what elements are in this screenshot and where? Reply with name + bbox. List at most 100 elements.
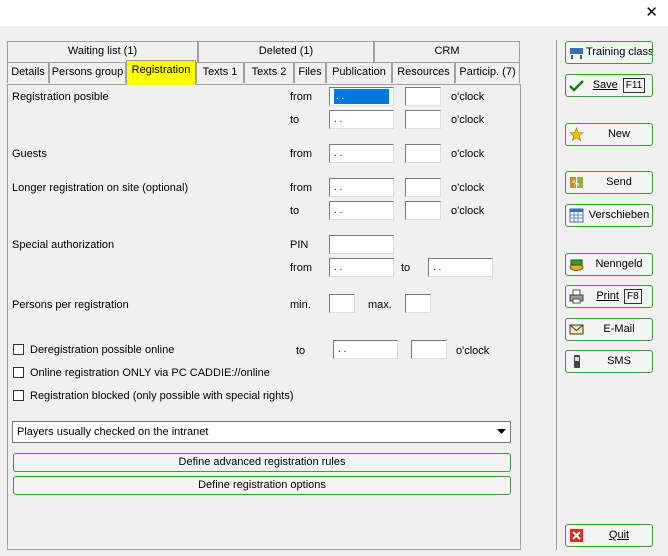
registration-from-time[interactable] bbox=[405, 87, 441, 106]
tab-label: Texts 2 bbox=[251, 66, 287, 78]
save-checkmark-icon bbox=[569, 78, 584, 93]
printer-icon bbox=[569, 289, 584, 304]
guests-from-date[interactable]: . . bbox=[329, 144, 394, 163]
tab-label: Registration bbox=[131, 64, 191, 76]
longer-from-date[interactable]: . . bbox=[329, 178, 394, 197]
tab-label: Texts 1 bbox=[202, 66, 238, 78]
tab-persons-group[interactable]: Persons group bbox=[49, 62, 126, 83]
new-button[interactable]: New bbox=[565, 123, 653, 146]
to-label: to bbox=[296, 345, 306, 357]
button-label: Define advanced registration rules bbox=[178, 456, 346, 468]
longer-to-time[interactable] bbox=[405, 201, 441, 220]
longer-to-date[interactable]: . . bbox=[329, 201, 394, 220]
registration-to-date[interactable]: . . bbox=[329, 110, 394, 129]
to-label: to bbox=[401, 262, 411, 274]
quit-icon bbox=[569, 528, 584, 543]
training-class-icon bbox=[569, 45, 584, 60]
title-bar bbox=[0, 0, 668, 26]
field-value: . . bbox=[334, 262, 343, 273]
special-from-date[interactable]: . . bbox=[329, 258, 394, 277]
oclock-label: o'clock bbox=[456, 345, 490, 357]
button-label: SMS bbox=[607, 355, 631, 367]
field-value: . . bbox=[338, 344, 347, 355]
send-button[interactable]: % Send bbox=[565, 171, 653, 194]
persons-per-registration-label: Persons per registration bbox=[12, 299, 129, 311]
define-advanced-rules-button[interactable]: Define advanced registration rules bbox=[13, 453, 511, 472]
tab-deleted[interactable]: Deleted (1) bbox=[198, 41, 374, 62]
tab-label: Details bbox=[11, 66, 45, 78]
from-label: from bbox=[290, 182, 312, 194]
special-to-date[interactable]: . . bbox=[428, 258, 493, 277]
sms-button[interactable]: SMS bbox=[565, 350, 653, 373]
guests-from-time[interactable] bbox=[405, 144, 441, 163]
tab-resources[interactable]: Resources bbox=[392, 62, 455, 83]
registration-blocked-checkbox[interactable] bbox=[13, 390, 24, 401]
send-icon: % bbox=[569, 175, 584, 190]
pin-label: PIN bbox=[290, 239, 309, 251]
deregistration-to-time[interactable] bbox=[411, 340, 447, 359]
tab-details[interactable]: Details bbox=[7, 62, 49, 83]
tab-label: CRM bbox=[434, 45, 460, 57]
close-icon[interactable]: ✕ bbox=[645, 3, 658, 21]
tab-texts-2[interactable]: Texts 2 bbox=[244, 62, 294, 83]
oclock-label: o'clock bbox=[451, 91, 485, 103]
field-value: . . bbox=[334, 205, 343, 216]
registration-from-date[interactable]: . . bbox=[329, 87, 394, 106]
quit-button[interactable]: Quit bbox=[565, 524, 653, 547]
print-button[interactable]: Print F8 bbox=[565, 285, 653, 308]
button-label: Training class bbox=[586, 46, 653, 58]
oclock-label: o'clock bbox=[451, 205, 485, 217]
special-authorization-label: Special authorization bbox=[12, 239, 115, 251]
tab-label: Resources bbox=[397, 66, 450, 78]
save-button[interactable]: Save F11 bbox=[565, 74, 653, 97]
button-label: Define registration options bbox=[198, 479, 326, 491]
dropdown-arrow-icon[interactable] bbox=[493, 423, 509, 441]
button-label: Send bbox=[606, 176, 632, 188]
calendar-icon bbox=[569, 208, 584, 223]
button-label: Save F11 bbox=[588, 75, 650, 96]
online-only-label: Online registration ONLY via PC CADDIE:/… bbox=[30, 367, 270, 379]
longer-from-time[interactable] bbox=[405, 178, 441, 197]
online-only-checkbox[interactable] bbox=[13, 367, 24, 378]
oclock-label: o'clock bbox=[451, 148, 485, 160]
registration-to-time[interactable] bbox=[405, 110, 441, 129]
oclock-label: o'clock bbox=[451, 182, 485, 194]
tab-texts-1[interactable]: Texts 1 bbox=[196, 62, 244, 83]
max-label: max. bbox=[368, 299, 392, 311]
to-label: to bbox=[290, 205, 300, 217]
nenngeld-button[interactable]: Nenngeld bbox=[565, 253, 653, 276]
define-registration-options-button[interactable]: Define registration options bbox=[13, 476, 511, 495]
svg-text:%: % bbox=[572, 179, 580, 188]
mail-icon bbox=[569, 322, 584, 337]
tab-registration[interactable]: Registration bbox=[126, 60, 196, 85]
field-value: . . bbox=[334, 182, 343, 193]
registration-possible-label: Registration posible bbox=[12, 91, 109, 103]
tab-participants[interactable]: Particip. (7) bbox=[455, 62, 520, 83]
print-shortcut: F8 bbox=[623, 289, 642, 304]
new-star-icon bbox=[569, 127, 584, 142]
from-label: from bbox=[290, 148, 312, 160]
button-label: Nenngeld bbox=[595, 258, 643, 270]
deregistration-label: Deregistration possible online bbox=[30, 344, 175, 356]
tab-files[interactable]: Files bbox=[294, 62, 326, 83]
tab-crm[interactable]: CRM bbox=[374, 41, 520, 62]
training-class-button[interactable]: Training class bbox=[565, 41, 653, 64]
splitter bbox=[527, 26, 557, 556]
tab-waiting-list[interactable]: Waiting list (1) bbox=[7, 41, 198, 62]
verschieben-button[interactable]: Verschieben bbox=[565, 204, 653, 227]
deregistration-checkbox[interactable] bbox=[13, 344, 24, 355]
tab-label: Deleted (1) bbox=[258, 45, 314, 57]
persons-max-field[interactable] bbox=[405, 294, 431, 313]
to-label: to bbox=[290, 114, 300, 126]
pin-field[interactable] bbox=[329, 235, 394, 254]
deregistration-to-date[interactable]: . . bbox=[333, 340, 398, 359]
player-check-select[interactable]: Players usually checked on the intranet bbox=[12, 421, 511, 443]
tab-label: Particip. (7) bbox=[459, 66, 516, 78]
phone-icon bbox=[569, 354, 584, 369]
tab-label: Waiting list (1) bbox=[67, 45, 138, 57]
persons-min-field[interactable] bbox=[329, 294, 355, 313]
tab-publication[interactable]: Publication bbox=[326, 62, 392, 83]
field-value: . . bbox=[433, 262, 442, 273]
email-button[interactable]: E-Mail bbox=[565, 318, 653, 341]
divider bbox=[556, 40, 557, 550]
